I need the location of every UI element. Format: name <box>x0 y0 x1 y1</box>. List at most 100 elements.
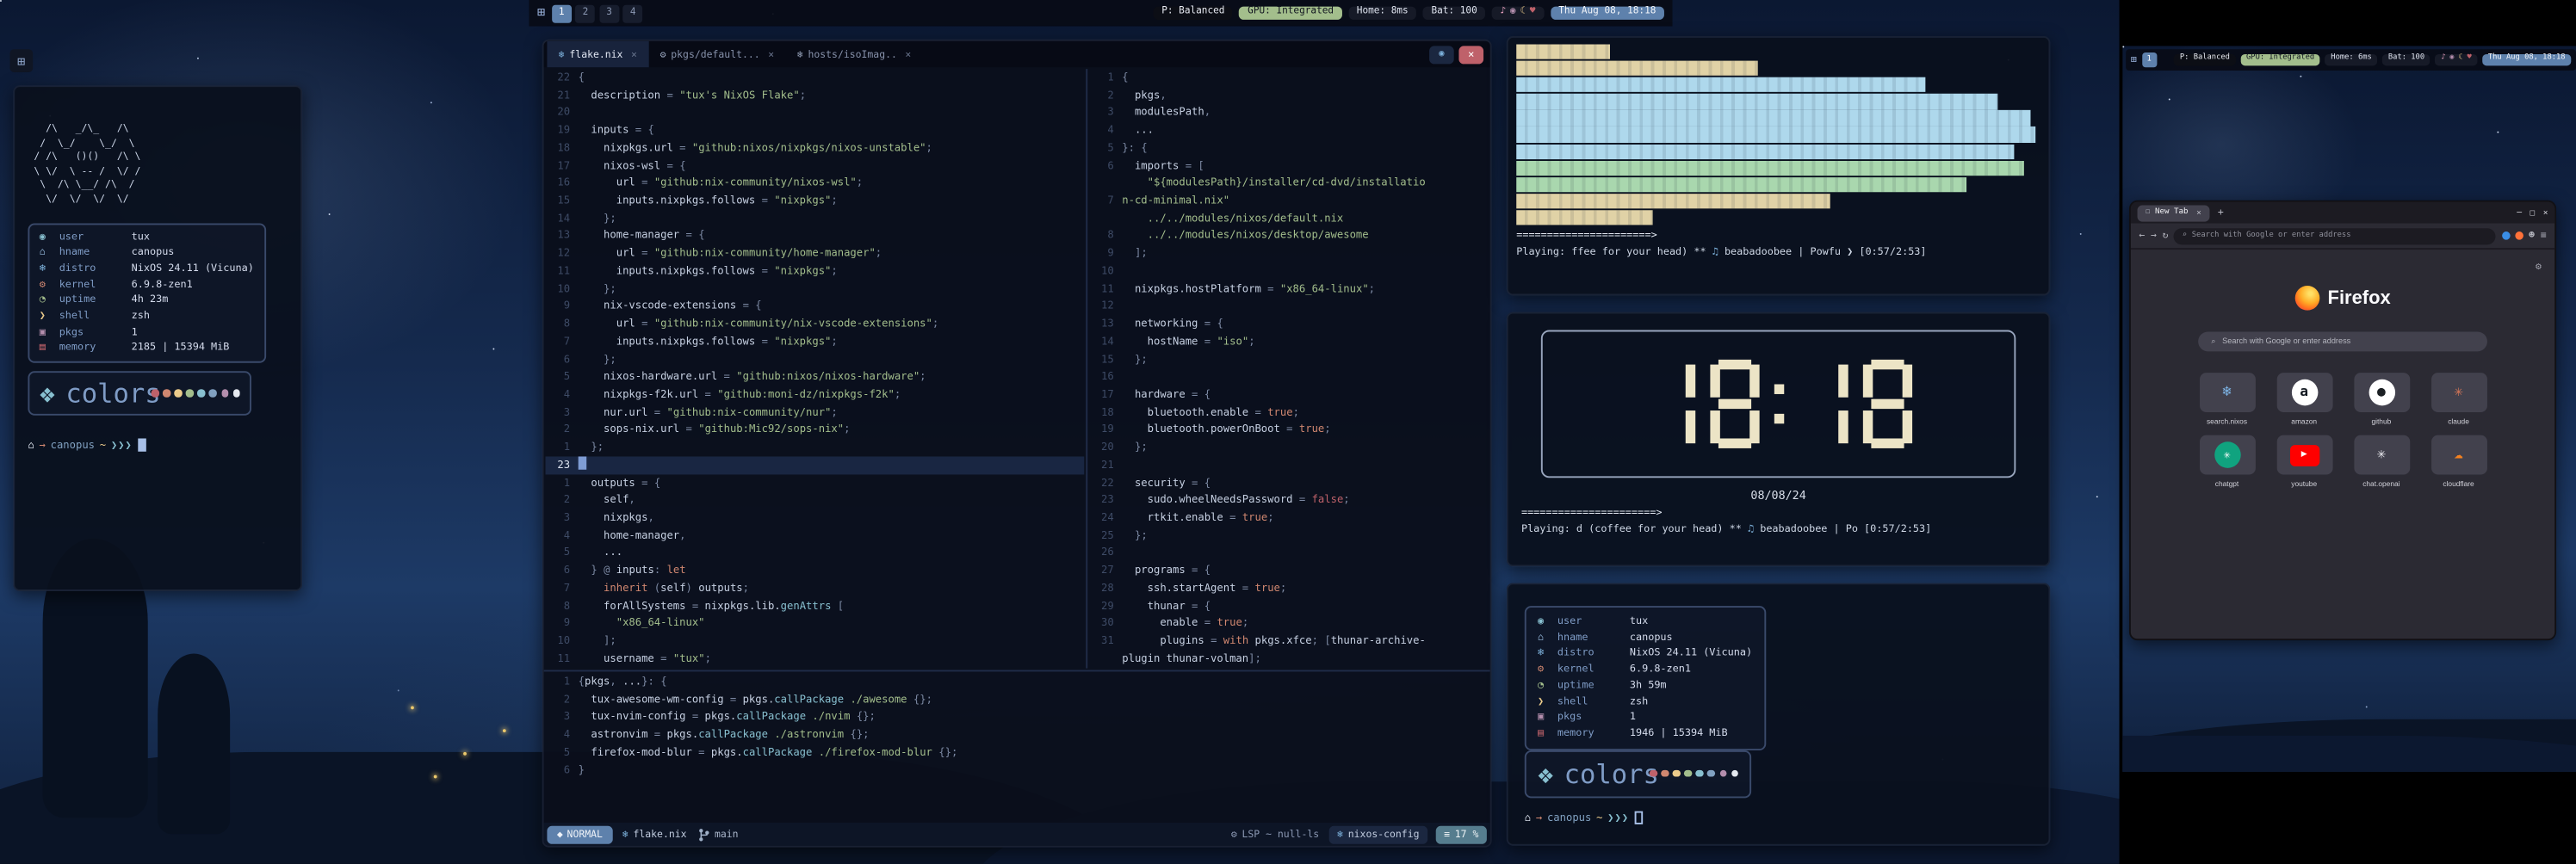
code-line: 7 inherit (self) outputs; <box>546 579 1085 596</box>
prompt-chevrons: ❯❯❯ <box>1607 811 1629 824</box>
code-line: 27 programs = { <box>1089 562 1491 579</box>
prompt-arrow: → <box>1536 811 1542 824</box>
workspace-tag-3[interactable]: 3 <box>599 4 619 22</box>
minimize-button[interactable]: ─ <box>2517 207 2522 217</box>
seven-segment-clock <box>1645 331 1911 476</box>
workspace-tag-4[interactable]: 4 <box>623 4 643 22</box>
visualizer-bar <box>1516 111 2030 127</box>
editor-window[interactable]: ❄flake.nix×⚙pkgs/default...×❄hosts/isoIm… <box>542 40 1492 848</box>
shortcut-icon[interactable]: a <box>2276 373 2332 412</box>
profile-icon[interactable]: ☻ <box>2529 230 2535 241</box>
tray-icon[interactable]: ♥ <box>1530 9 1536 18</box>
clock-widget[interactable]: Thu Aug 08, 18:18 <box>1551 6 1664 21</box>
reload-icon[interactable]: ↻ <box>2163 230 2169 241</box>
pane-separator-vertical[interactable] <box>1086 69 1087 668</box>
shortcut-tile-github[interactable]: ●github <box>2345 373 2418 425</box>
clock-digit-8 <box>1709 360 1758 448</box>
code-line: 6 }; <box>546 350 1085 367</box>
buffer-toggle-button[interactable]: ◉ <box>1429 45 1454 63</box>
shell-prompt[interactable]: ⌂ → canopus ~ ❯❯❯ <box>28 439 287 452</box>
editor-pane-flake[interactable]: 22{21 description = "tux's NixOS Flake";… <box>546 69 1085 668</box>
shortcut-tile-amazon[interactable]: a amazon <box>2268 373 2340 425</box>
extension-icon[interactable] <box>2502 231 2511 240</box>
tab-close-icon[interactable]: × <box>768 48 774 59</box>
extension-icons <box>2502 231 2523 240</box>
workspace-tag-2[interactable]: 2 <box>575 4 595 22</box>
system-tray: ♪ ◉ ☾ ♥ <box>1492 6 1544 21</box>
fetch-row-user: ◉usertux <box>1538 614 1752 631</box>
shortcut-tile-youtube[interactable]: ▶youtube <box>2268 435 2340 488</box>
fetch-row-hname: ⌂hnamecanopus <box>1538 630 1752 646</box>
pane-separator-horizontal[interactable] <box>544 670 1490 672</box>
shortcut-icon[interactable]: ☁ <box>2430 435 2486 475</box>
shortcut-label: amazon <box>2268 417 2340 426</box>
code-line: 4 astronvim = pkgs.callPackage ./astronv… <box>546 726 1489 744</box>
close-button[interactable]: × <box>2543 207 2548 217</box>
shortcut-tile-chat.openai[interactable]: ✳chat.openai <box>2345 435 2418 488</box>
separator: ======================> <box>1516 231 2040 242</box>
shortcut-icon[interactable]: ✳ <box>2430 373 2486 412</box>
code-line: 2 tux-awesome-wm-config = pkgs.callPacka… <box>546 691 1489 708</box>
code-line: 12 url = "github:nix-community/home-mana… <box>546 245 1085 262</box>
palette-dot <box>1707 770 1715 778</box>
shortcut-icon[interactable]: ● <box>2353 373 2409 412</box>
shortcut-tile-search.nixos[interactable]: ❄search.nixos <box>2191 373 2263 425</box>
shortcut-icon[interactable]: ✳ <box>2199 435 2255 475</box>
shortcut-icon[interactable]: ✳ <box>2353 435 2409 475</box>
workspace-tag-1[interactable]: 1 <box>552 4 572 22</box>
tray-icon[interactable]: ◉ <box>2449 56 2454 64</box>
newtab-search-input[interactable]: ⌕ Search with Google or enter address <box>2198 331 2487 351</box>
personalize-gear-icon[interactable]: ⚙ <box>2536 261 2542 272</box>
tray-icon[interactable]: ☾ <box>2458 56 2462 64</box>
tray-icon[interactable]: ☾ <box>1520 9 1526 18</box>
gpu-widget: GPU: Integrated <box>2240 54 2320 65</box>
firefly <box>503 729 506 732</box>
editor-tab-pkgs/default...[interactable]: ⚙pkgs/default...× <box>648 41 785 68</box>
editor-pane-iso[interactable]: 1{2 pkgs,3 modulesPath,4 ...5}: {6 impor… <box>1089 69 1491 668</box>
tray-icon[interactable]: ◉ <box>1510 9 1516 18</box>
mini-launcher-icon[interactable]: ⊞ <box>9 49 33 72</box>
tray-icon[interactable]: ♪ <box>1500 9 1506 18</box>
terminal-window-fetch-right[interactable]: ◉usertux⌂hnamecanopus❄distroNixOS 24.11 … <box>1507 583 2051 845</box>
clock-widget[interactable]: Thu Aug 08, 18:18 <box>2482 54 2571 65</box>
terminal-window-fetch-left[interactable]: /\ _/\_ /\ / \_/ \_/ \ / /\ ()() /\ \ \ … <box>13 85 302 591</box>
shortcut-tile-cloudflare[interactable]: ☁cloudflare <box>2423 435 2495 488</box>
launcher-icon[interactable]: ⊞ <box>537 7 545 20</box>
tray-icon[interactable]: ♪ <box>2441 56 2445 64</box>
tray-icon[interactable]: ♥ <box>2467 56 2471 64</box>
code-line: 12 <box>1089 298 1491 315</box>
shortcut-icon[interactable]: ❄ <box>2199 373 2255 412</box>
palette-dot <box>1650 770 1657 778</box>
shortcut-tile-claude[interactable]: ✳claude <box>2423 373 2495 425</box>
tree-silhouette <box>158 653 230 834</box>
maximize-button[interactable]: □ <box>2530 207 2536 217</box>
window-close-button[interactable]: × <box>1458 45 1483 63</box>
extension-icon[interactable] <box>2515 231 2523 240</box>
new-tab-button[interactable]: + <box>2218 207 2224 218</box>
url-bar[interactable]: ⌕ Search with Google or enter address <box>2174 227 2496 244</box>
workspace-tag-1[interactable]: 1 <box>2142 52 2157 67</box>
mode-icon: ◆ <box>557 829 563 840</box>
palette-dot <box>209 390 217 398</box>
shell-prompt[interactable]: ⌂ → canopus ~ ❯❯❯ <box>1525 811 2033 824</box>
launcher-icon[interactable]: ⊞ <box>2131 55 2137 65</box>
code-line: 13 home-manager = { <box>546 227 1085 244</box>
code-line: 7 inputs.nixpkgs.follows = "nixpkgs"; <box>546 333 1085 350</box>
editor-tab-hosts/isoImag..[interactable]: ❄hosts/isoImag..× <box>785 41 922 68</box>
clock-window: 08/08/24 ======================> Playing… <box>1507 312 2051 567</box>
code-line: 25 }; <box>1089 527 1491 544</box>
browser-tab-new-tab[interactable]: ◻ New Tab × <box>2138 205 2210 221</box>
editor-tab-flake.nix[interactable]: ❄flake.nix× <box>547 41 648 68</box>
back-icon[interactable]: ← <box>2139 230 2145 241</box>
menu-icon[interactable]: ≡ <box>2541 230 2547 241</box>
shortcut-tile-chatgpt[interactable]: ✳chatgpt <box>2191 435 2263 488</box>
palette-icon: ❖ <box>40 378 59 409</box>
editor-pane-pkgs[interactable]: 1{pkgs, ...}: {2 tux-awesome-wm-config =… <box>546 673 1489 824</box>
visualizer-bar <box>1516 177 1966 193</box>
firefox-window[interactable]: ◻ New Tab × + ─ □ × ← → ↻ ⌕ Search with … <box>2129 201 2556 640</box>
tab-close-icon[interactable]: × <box>2196 207 2201 217</box>
forward-icon[interactable]: → <box>2151 230 2157 241</box>
shortcut-icon[interactable]: ▶ <box>2276 435 2332 475</box>
tab-close-icon[interactable]: × <box>631 48 637 59</box>
tab-close-icon[interactable]: × <box>905 48 911 59</box>
